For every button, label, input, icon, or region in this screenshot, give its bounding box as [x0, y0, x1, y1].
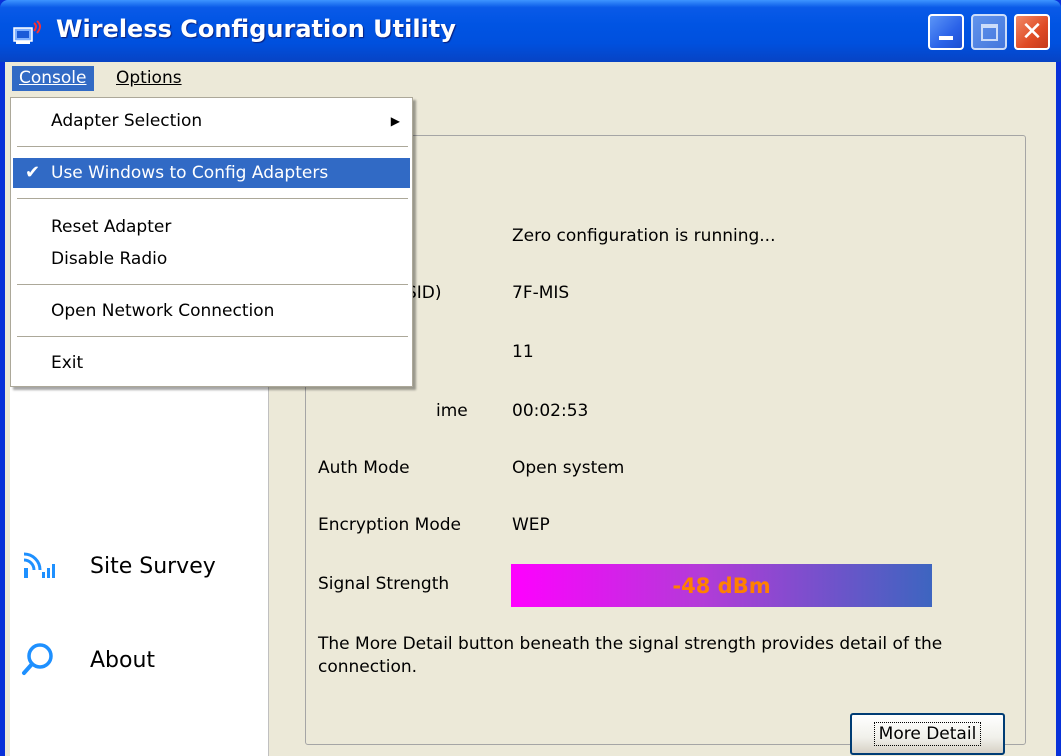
- row-value: 11: [512, 342, 534, 362]
- checkmark-icon: ✔: [25, 162, 41, 183]
- submenu-arrow-icon: ▶: [390, 114, 400, 128]
- more-detail-label: More Detail: [873, 722, 982, 746]
- sidebar-item-site-survey[interactable]: Site Survey: [10, 541, 269, 591]
- maximize-button[interactable]: [971, 14, 1007, 50]
- menu-separator: [17, 198, 408, 200]
- row-value: Zero configuration is running...: [512, 226, 776, 246]
- row-key: ime: [436, 401, 468, 421]
- signal-strength-label: Signal Strength: [318, 574, 450, 594]
- menu-console[interactable]: Console: [12, 66, 94, 91]
- sidebar-item-about[interactable]: About: [10, 635, 269, 685]
- sidebar-item-label: About: [90, 647, 156, 673]
- menu-item-disable-radio[interactable]: Disable Radio: [13, 244, 410, 274]
- signal-bars-icon: [23, 552, 55, 578]
- menu-separator: [17, 284, 408, 286]
- connection-groupbox: n Zero configuration is running... SID) …: [305, 125, 1026, 755]
- menu-bar: Console Options: [5, 62, 1056, 95]
- menu-console-label: Console: [19, 68, 87, 88]
- menu-item-label: Reset Adapter: [51, 217, 172, 237]
- menu-item-adapter-selection[interactable]: Adapter Selection ▶: [13, 106, 410, 136]
- close-icon: ✕: [1021, 17, 1043, 47]
- minimize-button[interactable]: [928, 14, 964, 50]
- menu-item-exit[interactable]: Exit: [13, 348, 410, 378]
- row-value: 7F-MIS: [512, 283, 570, 303]
- close-button[interactable]: ✕: [1014, 14, 1050, 50]
- description-text: The More Detail button beneath the signa…: [318, 634, 943, 677]
- menu-item-label: Use Windows to Config Adapters: [51, 163, 329, 183]
- menu-item-open-network-connection[interactable]: Open Network Connection: [13, 296, 410, 326]
- window-title: Wireless Configuration Utility: [56, 15, 456, 43]
- menu-separator: [17, 336, 408, 338]
- magnifier-icon: [22, 643, 53, 675]
- sidebar-item-label: Site Survey: [90, 553, 216, 579]
- signal-strength-value: -48 dBm: [672, 573, 771, 598]
- minimize-icon: [939, 36, 953, 40]
- menu-separator: [17, 146, 408, 148]
- row-value: 00:02:53: [512, 401, 589, 421]
- menu-item-use-windows[interactable]: ✔ Use Windows to Config Adapters: [13, 158, 410, 188]
- title-bar[interactable]: Wireless Configuration Utility ✕: [0, 0, 1061, 62]
- more-detail-button[interactable]: More Detail: [850, 713, 1005, 755]
- row-key: Encryption Mode: [318, 515, 461, 535]
- menu-options[interactable]: Options: [109, 66, 189, 91]
- menu-item-label: Open Network Connection: [51, 301, 275, 321]
- signal-strength-bar: -48 dBm: [511, 564, 932, 607]
- row-value: WEP: [512, 515, 550, 535]
- wireless-app-icon: [13, 20, 41, 44]
- row-value: Open system: [512, 458, 625, 478]
- row-key: Auth Mode: [318, 458, 410, 478]
- menu-item-label: Exit: [51, 353, 84, 373]
- menu-item-label: Adapter Selection: [51, 111, 203, 131]
- menu-options-label: Options: [116, 68, 182, 88]
- menu-item-reset-adapter[interactable]: Reset Adapter: [13, 212, 410, 242]
- maximize-icon: [981, 24, 998, 41]
- console-dropdown-menu: Adapter Selection ▶ ✔ Use Windows to Con…: [10, 97, 413, 387]
- menu-item-label: Disable Radio: [51, 249, 168, 269]
